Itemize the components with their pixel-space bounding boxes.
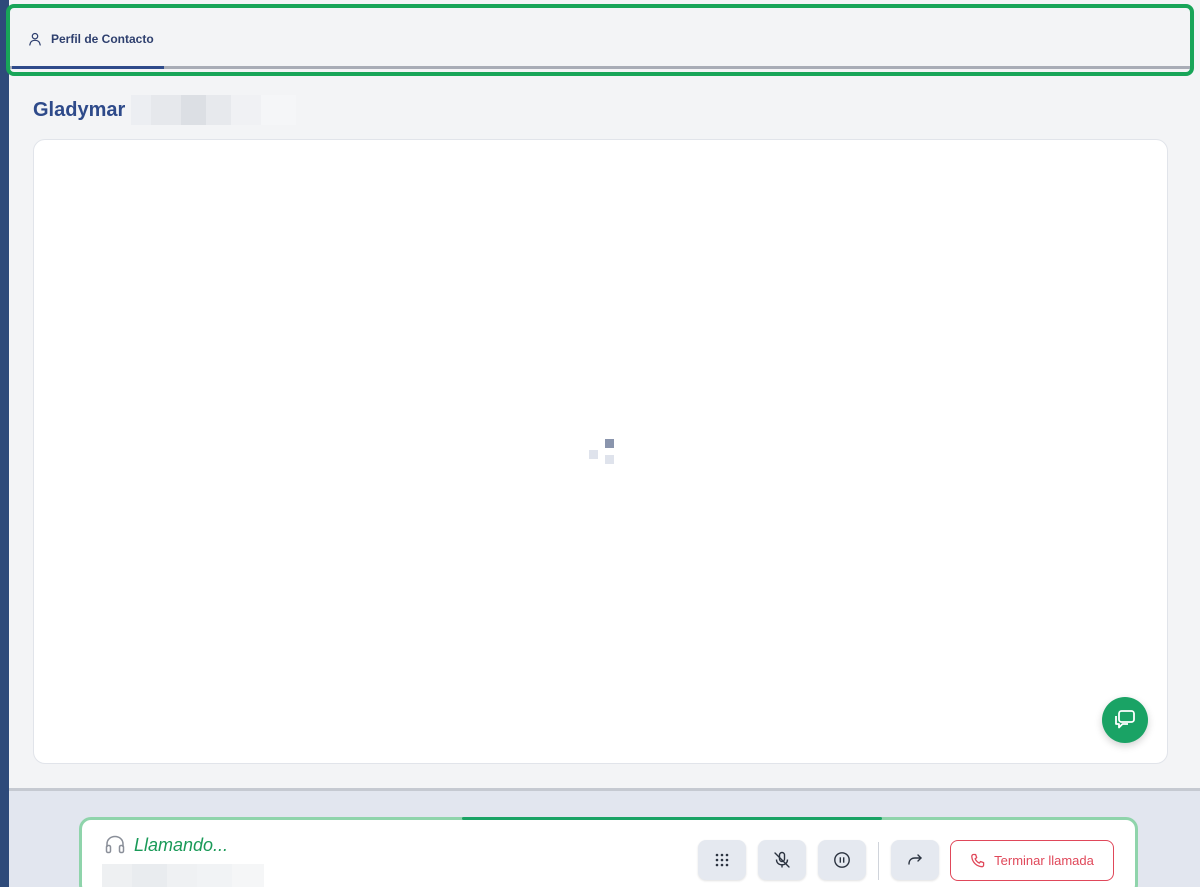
- contact-first-name: Gladymar: [33, 98, 126, 121]
- call-number-redacted: [102, 864, 264, 887]
- transfer-button[interactable]: [891, 840, 939, 880]
- tab-bar: Perfil de Contacto: [6, 4, 1194, 76]
- contact-last-name-redacted: [131, 95, 297, 125]
- chat-bubbles-icon: [1113, 709, 1137, 731]
- app-window: Perfil de Contacto Gladymar Llamando... …: [0, 0, 1200, 887]
- end-call-label: Terminar llamada: [994, 853, 1094, 868]
- phone-icon: [970, 853, 986, 869]
- mute-button[interactable]: [758, 840, 806, 880]
- headset-icon: [104, 834, 126, 856]
- call-widget: Llamando... Terminar llamada: [79, 817, 1138, 887]
- forward-arrow-icon: [906, 851, 924, 869]
- call-status-text: Llamando...: [134, 834, 229, 855]
- end-call-button[interactable]: Terminar llamada: [950, 840, 1114, 881]
- call-active-highlight: [462, 817, 882, 820]
- tab-perfil-de-contacto[interactable]: Perfil de Contacto: [12, 8, 164, 69]
- tab-underline-track: [10, 66, 1190, 69]
- keypad-icon: [714, 852, 730, 868]
- tab-active-indicator: [12, 66, 164, 69]
- controls-separator: [878, 842, 879, 880]
- chat-button[interactable]: [1102, 697, 1148, 743]
- call-status: Llamando...: [104, 834, 228, 856]
- tab-label: Perfil de Contacto: [51, 31, 154, 46]
- keypad-button[interactable]: [698, 840, 746, 880]
- hold-button[interactable]: [818, 840, 866, 880]
- contact-header: Gladymar: [33, 95, 297, 125]
- microphone-off-icon: [773, 851, 791, 869]
- pause-icon: [833, 851, 851, 869]
- left-accent-rail: [0, 0, 9, 887]
- user-icon: [28, 32, 42, 46]
- loading-spinner-icon: [589, 439, 615, 465]
- contact-profile-panel: [33, 139, 1168, 764]
